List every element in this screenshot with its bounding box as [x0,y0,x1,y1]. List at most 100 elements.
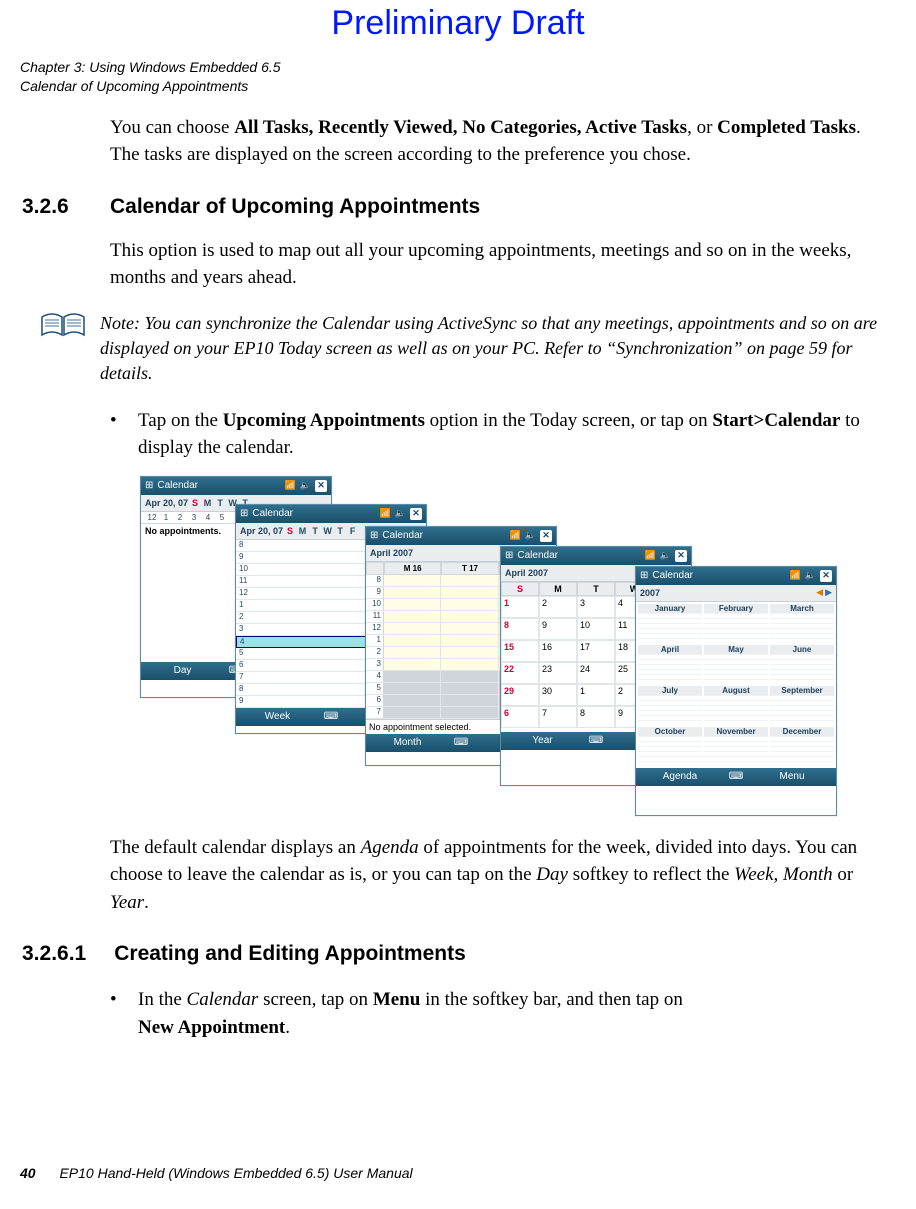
signal-icon: 📶 [645,550,656,561]
signal-icon: 📶 [380,508,391,519]
hour-label: 2 [366,647,384,659]
day-m: M [203,498,213,508]
close-icon: ✕ [820,570,832,582]
d: T [310,526,320,536]
month-name: August [704,686,768,695]
bold-upcoming-appointments: Upcoming Appointments [223,410,425,431]
text: in the softkey bar, and then tap on [420,989,683,1010]
d: T [335,526,345,536]
heading-title: Calendar of Upcoming Appointments [110,195,480,219]
year-label: 2007 [640,588,660,598]
corner [366,562,384,575]
hour-label: 8 [366,575,384,587]
volume-icon: 🔈 [805,570,816,581]
day-cell: 16 [539,640,577,662]
start-flag-icon: ⊞ [145,480,153,491]
month-name: October [638,727,702,736]
day-cell: 10 [577,618,615,640]
month-name: April [638,645,702,654]
day-cell: 24 [577,662,615,684]
after-figure-paragraph: The default calendar displays an Agenda … [110,834,886,917]
titlebar: ⊞ Calendar 📶 🔈 ✕ [501,547,691,565]
day-cell: 1 [577,684,615,706]
italic-week-month: Week, Month [734,864,833,885]
note-body: You can synchronize the Calendar using A… [100,313,877,383]
hour-label: 3 [366,659,384,671]
hour-label: 1 [366,635,384,647]
day-cell: 15 [501,640,539,662]
month-label: April 2007 [505,568,548,578]
note-text: Note: You can synchronize the Calendar u… [100,311,886,387]
window-title: Calendar [157,480,280,491]
month-name: September [770,686,834,695]
softkey-menu: Menu [748,771,836,782]
day-cell: 23 [539,662,577,684]
n: 1 [159,513,173,522]
titlebar: ⊞ Calendar 📶 🔈 ✕ [236,505,426,523]
day-cell: 3 [577,596,615,618]
month-name: March [770,604,834,613]
col-head: T [577,582,615,596]
window-title: Calendar [652,570,785,581]
heading-3-2-6-paragraph: This option is used to map out all your … [110,237,886,292]
year-grid-content: January February March April May June Ju… [636,602,836,768]
bullet-text: In the Calendar screen, tap on Menu in t… [138,986,683,1041]
heading-3-2-6-1: 3.2.6.1 Creating and Editing Appointment… [110,942,886,966]
month-name: November [704,727,768,736]
d: F [348,526,358,536]
hour-label: 12 [366,623,384,635]
bold-all-tasks: All Tasks, Recently Viewed, No Categorie… [234,117,687,138]
day-cell: 8 [501,618,539,640]
softkey-left: Day [141,665,224,676]
calendar-figure: ⊞ Calendar 📶 🔈 ✕ Apr 20, 07 S M T W T [140,476,860,816]
bold-start-calendar: Start>Calendar [712,410,840,431]
italic-day: Day [536,864,568,885]
bold-menu: Menu [373,989,421,1010]
day-cell: 6 [501,706,539,728]
text: or [833,864,854,885]
bold-completed-tasks: Completed Tasks [717,117,856,138]
next-icon: ▶ [825,587,832,598]
day-cell: 8 [577,706,615,728]
day-cell: 17 [577,640,615,662]
text: You can choose [110,117,234,138]
col-head: T 17 [441,562,498,575]
note-block: Note: You can synchronize the Calendar u… [40,311,886,387]
heading-number: 3.2.6 [20,195,82,219]
signal-icon: 📶 [510,530,521,541]
softkey-bar: Agenda ⌨ Menu [636,768,836,786]
month-name: May [704,645,768,654]
day-cell: 1 [501,596,539,618]
close-icon: ✕ [410,508,422,520]
window-title: Calendar [517,550,640,561]
month-name: July [638,686,702,695]
bullet-dot-icon: • [110,407,120,462]
italic-year: Year [110,892,144,913]
hour-label: 4 [366,671,384,683]
text: Tap on the [138,410,223,431]
text: . [285,1017,290,1038]
bullet-new-appointment: • In the Calendar screen, tap on Menu in… [110,986,886,1041]
keyboard-icon: ⌨ [584,735,608,746]
titlebar: ⊞ Calendar 📶 🔈 ✕ [366,527,556,545]
text: option in the Today screen, or tap on [425,410,712,431]
window-title: Calendar [252,508,375,519]
month-name: January [638,604,702,613]
running-head-line2: Calendar of Upcoming Appointments [20,77,896,96]
day-cell: 30 [539,684,577,706]
day-cell: 2 [539,596,577,618]
text: , or [687,117,717,138]
hour-label: 11 [366,611,384,623]
heading-title: Creating and Editing Appointments [114,942,466,966]
day-cell: 22 [501,662,539,684]
hour-label: 5 [366,683,384,695]
footer-title: EP10 Hand-Held (Windows Embedded 6.5) Us… [59,1165,412,1181]
day-cell: 9 [539,618,577,640]
volume-icon: 🔈 [525,530,536,541]
year-bar: 2007 ◀ ▶ [636,585,836,602]
volume-icon: 🔈 [660,550,671,561]
month-name: June [770,645,834,654]
prev-icon: ◀ [816,587,823,598]
volume-icon: 🔈 [395,508,406,519]
signal-icon: 📶 [790,570,801,581]
